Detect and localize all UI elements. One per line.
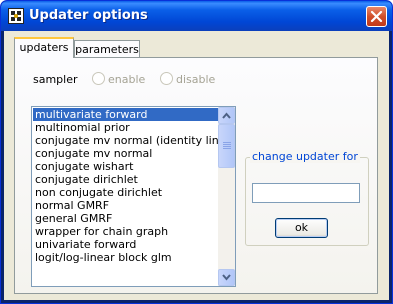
list-item[interactable]: wrapper for chain graph xyxy=(33,225,219,238)
grip-line xyxy=(223,142,231,143)
grip-line xyxy=(223,148,231,149)
tab-parameters[interactable]: parameters xyxy=(74,40,140,58)
list-item[interactable]: multivariate forward xyxy=(33,108,219,121)
radio-circle-icon xyxy=(160,72,173,85)
close-button[interactable] xyxy=(366,6,387,27)
close-icon xyxy=(370,10,383,23)
updater-options-window: Updater options updaters parameters samp… xyxy=(0,0,393,304)
app-icon xyxy=(8,8,24,24)
enable-label: enable xyxy=(108,73,146,86)
grip-line xyxy=(223,146,231,147)
tab-updaters[interactable]: updaters xyxy=(14,37,74,58)
chevron-up-icon xyxy=(222,112,231,119)
sampler-label: sampler xyxy=(33,73,78,86)
list-item[interactable]: conjugate mv normal (identity link) xyxy=(33,134,229,147)
list-item[interactable]: multinomial prior xyxy=(33,121,219,134)
list-item[interactable]: normal GMRF xyxy=(33,199,219,212)
scroll-up-button[interactable] xyxy=(218,107,235,124)
list-item[interactable]: conjugate dirichlet xyxy=(33,173,219,186)
list-item[interactable]: conjugate mv normal xyxy=(33,147,219,160)
dialog-client: updaters parameters sampler enable disab… xyxy=(4,31,389,300)
list-item[interactable]: general GMRF xyxy=(33,212,219,225)
list-item[interactable]: conjugate wishart xyxy=(33,160,219,173)
title-bar[interactable]: Updater options xyxy=(1,1,392,31)
disable-label: disable xyxy=(176,73,216,86)
updaters-panel: sampler enable disable multivariate forw… xyxy=(14,57,378,294)
list-item[interactable]: logit/log-linear block glm xyxy=(33,251,219,264)
list-item[interactable]: univariate forward xyxy=(33,238,219,251)
window-title: Updater options xyxy=(29,8,148,23)
list-scrollbar[interactable] xyxy=(218,107,235,286)
chevron-down-icon xyxy=(222,274,231,281)
disable-radio[interactable]: disable xyxy=(160,72,215,86)
scroll-thumb[interactable] xyxy=(218,124,235,168)
radio-circle-icon xyxy=(92,72,105,85)
scroll-down-button[interactable] xyxy=(218,269,235,286)
grip-line xyxy=(223,144,231,145)
list-item[interactable]: non conjugate dirichlet xyxy=(33,186,219,199)
change-updater-input[interactable] xyxy=(252,183,360,203)
enable-radio[interactable]: enable xyxy=(92,72,145,86)
change-updater-label: change updater for xyxy=(250,150,360,163)
updater-listbox[interactable]: multivariate forward multinomial prior c… xyxy=(31,106,236,287)
ok-button[interactable]: ok xyxy=(275,218,328,238)
